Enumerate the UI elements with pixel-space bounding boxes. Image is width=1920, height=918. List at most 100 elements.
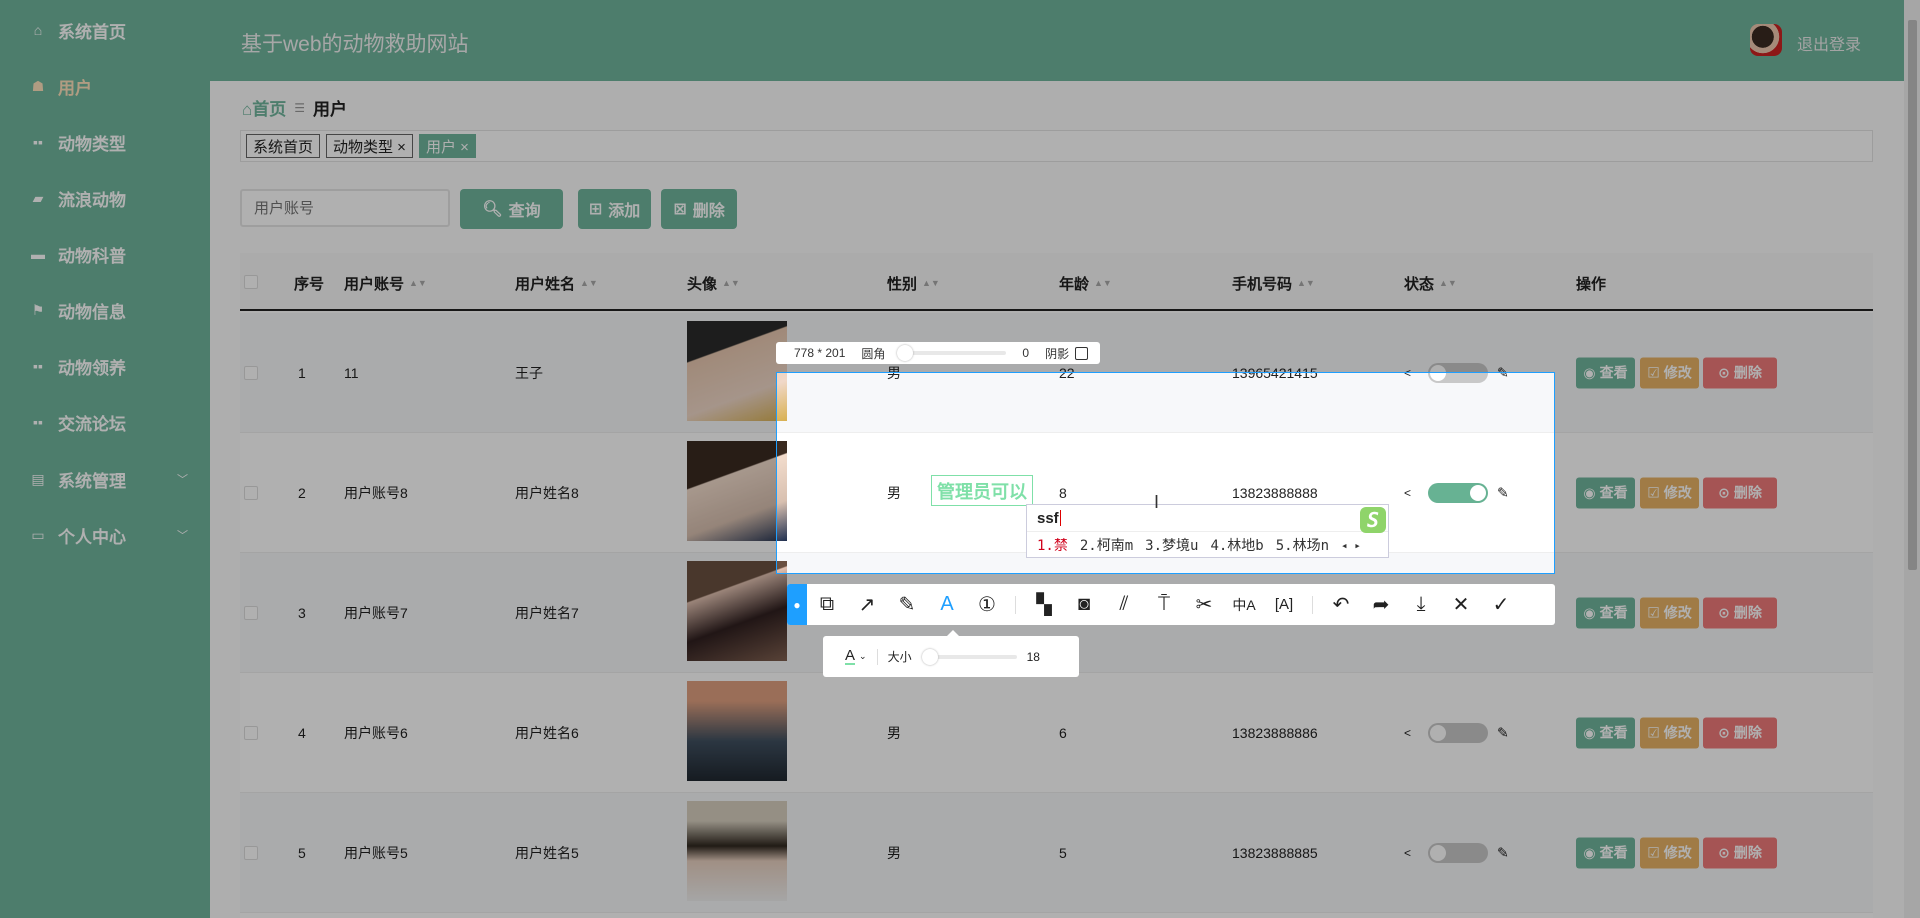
row-checkbox[interactable] xyxy=(244,605,258,620)
delete-circle-icon: ⊙ xyxy=(1718,844,1730,860)
scrollbar-thumb[interactable] xyxy=(1908,20,1917,570)
eye-icon: ◉ xyxy=(1583,364,1596,380)
cell-age: 5 xyxy=(1059,844,1067,861)
view-button[interactable]: ◉ 查看 xyxy=(1576,597,1635,628)
col-no: 序号 xyxy=(294,276,325,293)
ime-candidate[interactable]: 1.禁 xyxy=(1037,535,1068,555)
pin-bell-icon[interactable]: ● xyxy=(787,584,807,625)
ime-candidate[interactable]: 4.林地b xyxy=(1210,535,1263,555)
radius-slider[interactable] xyxy=(897,345,1007,361)
tab-animal-type[interactable]: 动物类型 × xyxy=(326,134,413,158)
blur-tool-icon[interactable]: ◙ xyxy=(1064,584,1104,625)
sidebar-item-home[interactable]: ⌂ 系统首页 xyxy=(30,15,200,45)
user-avatar-image xyxy=(687,321,787,421)
delete-button[interactable]: ⊙ 删除 xyxy=(1703,717,1777,748)
sogou-logo-icon: S xyxy=(1360,507,1386,533)
arrow-tool-icon[interactable]: ↗ xyxy=(847,584,887,625)
batch-delete-button[interactable]: ⊠ 删除 xyxy=(661,189,737,229)
col-gender[interactable]: 性别 ▲▼ xyxy=(887,273,940,294)
delete-button[interactable]: ⊙ 删除 xyxy=(1703,357,1777,388)
add-button[interactable]: ⊞ 添加 xyxy=(578,189,651,229)
col-account[interactable]: 用户账号 ▲▼ xyxy=(344,273,427,294)
shadow-checkbox[interactable] xyxy=(1075,346,1089,360)
chevron-down-icon[interactable]: ⌄ xyxy=(859,651,867,662)
avatar[interactable] xyxy=(1750,24,1782,56)
delete-button[interactable]: ⊙ 删除 xyxy=(1703,477,1777,508)
edit-button[interactable]: ☑ 修改 xyxy=(1640,717,1699,748)
cell-account: 用户账号6 xyxy=(344,724,408,741)
col-avatar[interactable]: 头像 ▲▼ xyxy=(687,273,740,294)
delete-button[interactable]: ⊙ 删除 xyxy=(1703,597,1777,628)
select-all-checkbox[interactable] xyxy=(244,275,258,289)
scissors-icon[interactable]: ✂ xyxy=(1184,584,1224,625)
view-button[interactable]: ◉ 查看 xyxy=(1576,837,1635,868)
number-tool-icon[interactable]: ① xyxy=(967,584,1007,625)
confirm-icon[interactable]: ✓ xyxy=(1481,584,1521,625)
tab-user[interactable]: 用户 × xyxy=(418,134,476,158)
edit-button[interactable]: ☑ 修改 xyxy=(1640,477,1699,508)
edit-pencil-icon[interactable]: ✎ xyxy=(1497,844,1509,861)
row-checkbox[interactable] xyxy=(244,485,258,500)
text-tool-icon[interactable]: A xyxy=(927,584,967,625)
row-checkbox[interactable] xyxy=(244,845,258,860)
edit-label: 修改 xyxy=(1663,724,1692,741)
view-button[interactable]: ◉ 查看 xyxy=(1576,477,1635,508)
font-color-picker[interactable]: A xyxy=(845,648,856,665)
sidebar-item-animal-type[interactable]: ▪▪ 动物类型 xyxy=(30,127,200,157)
col-name[interactable]: 用户姓名 ▲▼ xyxy=(515,273,598,294)
sidebar-item-user[interactable]: ☗ 用户 xyxy=(30,71,200,101)
undo-icon[interactable]: ↶ xyxy=(1321,584,1361,625)
ime-next-icon[interactable]: ◂ ▸ xyxy=(1341,539,1361,552)
edit-pencil-icon[interactable]: ✎ xyxy=(1497,724,1509,741)
edit-button[interactable]: ☑ 修改 xyxy=(1640,357,1699,388)
slider-knob[interactable] xyxy=(921,648,938,665)
col-status[interactable]: 状态 ▲▼ xyxy=(1404,273,1457,294)
cell-account: 用户账号7 xyxy=(344,604,408,621)
status-toggle[interactable] xyxy=(1428,722,1488,743)
ime-candidate[interactable]: 5.林场n xyxy=(1276,535,1329,555)
logout-link[interactable]: 退出登录 xyxy=(1797,31,1861,55)
sidebar-item-info[interactable]: ⚑ 动物信息 xyxy=(30,295,200,325)
share-icon[interactable]: < xyxy=(1404,726,1411,740)
download-icon[interactable]: ⤓ xyxy=(1401,584,1441,625)
text-annotation[interactable]: 管理员可以 xyxy=(931,475,1033,506)
share-icon[interactable]: ➦ xyxy=(1361,584,1401,625)
query-button[interactable]: 🔍︎ 查询 xyxy=(460,189,563,229)
sidebar-item-stray[interactable]: ▰ 流浪动物 xyxy=(30,183,200,213)
delete-button[interactable]: ⊙ 删除 xyxy=(1703,837,1777,868)
share-icon[interactable]: < xyxy=(1404,846,1411,860)
sidebar-item-adoption[interactable]: ▪▪ 动物领养 xyxy=(30,351,200,381)
stripe-tool-icon[interactable]: ⫽ xyxy=(1104,584,1144,625)
col-age[interactable]: 年龄 ▲▼ xyxy=(1059,273,1112,294)
ime-candidate[interactable]: 2.柯南m xyxy=(1080,535,1133,555)
shape-tool-icon[interactable]: ⧉ xyxy=(807,584,847,625)
view-button[interactable]: ◉ 查看 xyxy=(1576,357,1635,388)
col-label: 性别 xyxy=(887,276,918,293)
sidebar-item-profile[interactable]: ▭ 个人中心 ﹀ xyxy=(30,520,200,550)
row-checkbox[interactable] xyxy=(244,725,258,740)
font-size-slider[interactable] xyxy=(921,648,1017,665)
sort-icon: ▲▼ xyxy=(580,278,598,288)
close-icon[interactable]: ✕ xyxy=(1441,584,1481,625)
row-checkbox[interactable] xyxy=(244,365,258,380)
ocr-icon[interactable]: [A] xyxy=(1264,584,1304,625)
ime-candidate[interactable]: 3.梦境u xyxy=(1145,535,1198,555)
tab-home[interactable]: 系统首页 xyxy=(246,134,321,158)
view-button[interactable]: ◉ 查看 xyxy=(1576,717,1635,748)
sidebar-item-science[interactable]: ▬ 动物科普 xyxy=(30,239,200,269)
sidebar-item-forum[interactable]: ▪▪ 交流论坛 xyxy=(30,407,200,437)
edit-button[interactable]: ☑ 修改 xyxy=(1640,597,1699,628)
page-scrollbar[interactable] xyxy=(1904,0,1920,918)
pin-icon[interactable]: ⍑ xyxy=(1144,584,1184,625)
pen-tool-icon[interactable]: ✎ xyxy=(887,584,927,625)
col-phone[interactable]: 手机号码 ▲▼ xyxy=(1232,273,1315,294)
account-search-input[interactable] xyxy=(240,189,450,227)
translate-icon[interactable]: 中A xyxy=(1224,584,1264,625)
breadcrumb-home[interactable]: ⌂首页 xyxy=(242,95,286,120)
status-toggle[interactable] xyxy=(1428,842,1488,863)
sidebar-item-system[interactable]: ▤ 系统管理 ﹀ xyxy=(30,464,200,494)
delete-label: 删除 xyxy=(1733,844,1762,861)
slider-knob[interactable] xyxy=(897,345,914,361)
mosaic-tool-icon[interactable]: ▚ xyxy=(1024,584,1064,625)
edit-button[interactable]: ☑ 修改 xyxy=(1640,837,1699,868)
